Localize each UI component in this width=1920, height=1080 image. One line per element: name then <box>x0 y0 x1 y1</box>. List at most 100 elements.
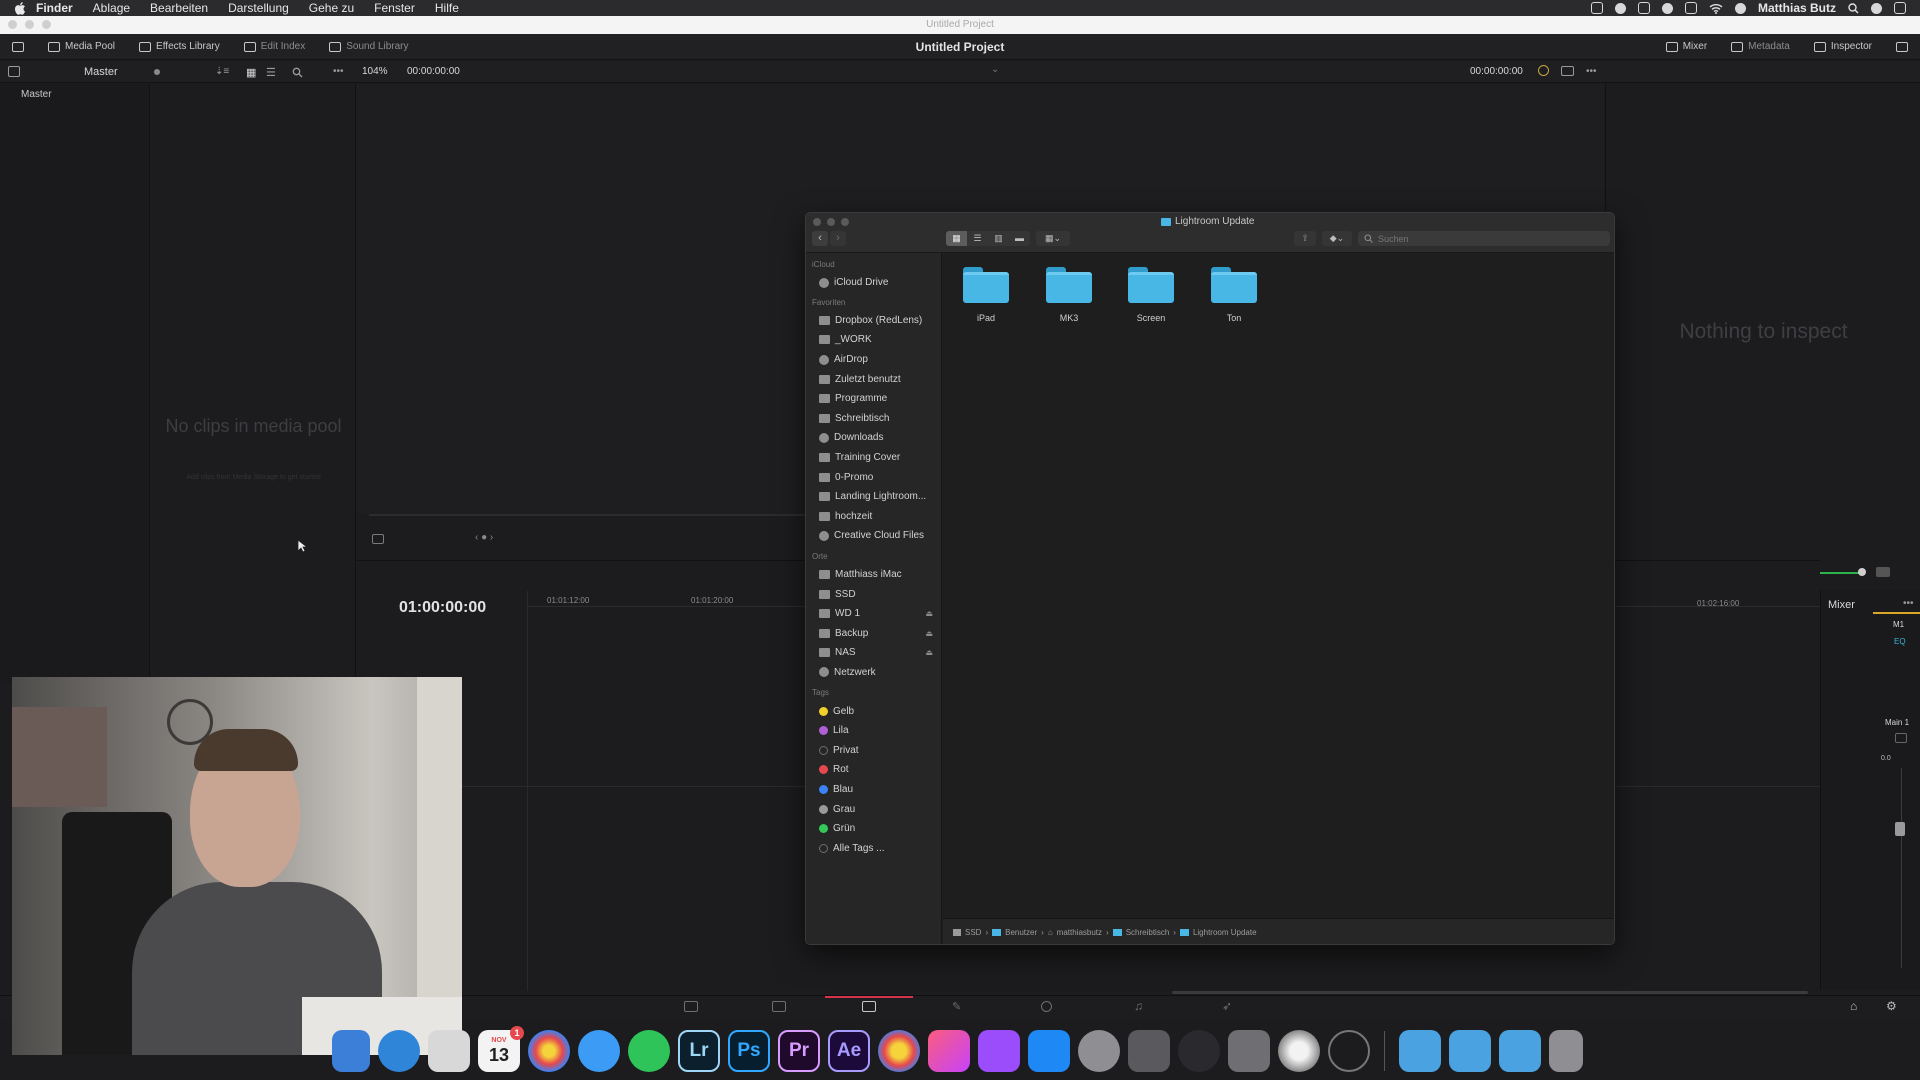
sort-icon[interactable]: ⇣≡ <box>215 66 229 77</box>
back-button[interactable]: ‹ <box>812 231 828 246</box>
master-bin[interactable]: Master <box>21 89 52 100</box>
fader-handle[interactable] <box>1895 822 1905 836</box>
sidebar-item-ssd[interactable]: SSD <box>806 584 941 604</box>
sidebar-tag-item[interactable]: Grau <box>806 799 941 819</box>
sidebar-tag-item[interactable]: Grün <box>806 819 941 839</box>
list-view-icon[interactable]: ☰ <box>266 66 276 79</box>
sidebar-item-training-cover[interactable]: Training Cover <box>806 448 941 468</box>
lightroom-dock-icon[interactable]: Lr <box>678 1029 720 1072</box>
finder-search[interactable] <box>1358 231 1610 246</box>
mixer-options-icon[interactable]: ••• <box>1903 598 1914 609</box>
eject-icon[interactable]: ⏏ <box>925 648 933 657</box>
sidebar-tag-item[interactable]: Alle Tags ... <box>806 838 941 858</box>
panel-toggle-button[interactable] <box>0 41 36 52</box>
sidebar-item-creative-cloud[interactable]: Creative Cloud Files <box>806 526 941 546</box>
mute-button[interactable] <box>1895 733 1907 743</box>
trash-dock-icon[interactable] <box>1549 1029 1583 1072</box>
home-icon[interactable]: ⌂ <box>1850 999 1857 1013</box>
more-options-icon[interactable]: ••• <box>333 66 344 77</box>
sidebar-item-nas[interactable]: NAS ⏏ <box>806 643 941 663</box>
finder-dock-icon[interactable] <box>332 1029 370 1072</box>
timeline-scrollbar[interactable] <box>1172 991 1808 994</box>
search-icon[interactable] <box>292 67 303 78</box>
fusion-page-icon[interactable]: ✎ <box>952 1000 961 1013</box>
davinci-resolve-dock-icon[interactable] <box>878 1029 920 1072</box>
info-icon[interactable] <box>1735 2 1746 14</box>
applications-folder-dock-icon[interactable] <box>1399 1029 1441 1072</box>
sidebar-item-downloads[interactable]: Downloads <box>806 428 941 448</box>
sidebar-item-backup[interactable]: Backup ⏏ <box>806 624 941 644</box>
dropbox-button[interactable]: ◆⌄ <box>1322 231 1352 246</box>
expand-button[interactable] <box>1884 41 1920 52</box>
messages-dock-icon[interactable] <box>578 1029 620 1072</box>
finder-zoom-button[interactable] <box>841 218 849 226</box>
safari-dock-icon[interactable] <box>378 1029 420 1072</box>
inspector-button[interactable]: Inspector <box>1802 41 1884 52</box>
sidebar-item-work[interactable]: _WORK <box>806 330 941 350</box>
sidebar-item-airdrop[interactable]: AirDrop <box>806 350 941 370</box>
search-input[interactable] <box>1378 233 1598 244</box>
sidebar-item-desktop[interactable]: Schreibtisch <box>806 409 941 429</box>
effects-library-button[interactable]: Effects Library <box>127 41 232 52</box>
sidebar-item-imac[interactable]: Matthiass iMac <box>806 565 941 585</box>
color-picker-dock-icon[interactable] <box>1278 1029 1320 1072</box>
siri-icon[interactable] <box>1871 2 1882 14</box>
metadata-button[interactable]: Metadata <box>1719 41 1802 52</box>
forward-button[interactable]: › <box>830 231 846 246</box>
path-segment[interactable]: Schreibtisch <box>1126 928 1170 937</box>
eject-icon[interactable]: ⏏ <box>925 629 933 638</box>
folder-item-ipad[interactable]: iPad <box>946 267 1026 323</box>
bin-name[interactable]: Master <box>84 66 118 78</box>
screen-record-icon[interactable] <box>1591 2 1603 14</box>
sidebar-tag-item[interactable]: Gelb <box>806 701 941 721</box>
sidebar-item-applications[interactable]: Programme <box>806 389 941 409</box>
viewer-options-icon[interactable]: ••• <box>1586 66 1597 77</box>
app-store-dock-icon[interactable] <box>1028 1029 1070 1072</box>
viewer-mode-icon[interactable] <box>1561 66 1574 76</box>
icon-view-button[interactable]: ▦ <box>946 231 967 246</box>
migration-assistant-dock-icon[interactable] <box>1178 1029 1220 1072</box>
deliver-page-icon[interactable]: ➶ <box>1222 999 1232 1013</box>
folder-item-ton[interactable]: Ton <box>1194 267 1274 323</box>
viewer-format-icon[interactable] <box>372 534 384 544</box>
menu-bearbeiten[interactable]: Bearbeiten <box>140 1 218 15</box>
finder-close-button[interactable] <box>813 218 821 226</box>
disk-utility-dock-icon[interactable] <box>1328 1029 1370 1072</box>
path-segment[interactable]: Benutzer <box>1005 928 1037 937</box>
folder-item-mk3[interactable]: MK3 <box>1029 267 1109 323</box>
menu-hilfe[interactable]: Hilfe <box>425 1 469 15</box>
dropbox-icon[interactable] <box>1638 2 1650 14</box>
sidebar-item-hochzeit[interactable]: hochzeit <box>806 507 941 527</box>
premiere-dock-icon[interactable]: Pr <box>778 1029 820 1072</box>
photoshop-dock-icon[interactable]: Ps <box>728 1029 770 1072</box>
menu-fenster[interactable]: Fenster <box>364 1 425 15</box>
volume-slider-handle[interactable] <box>1858 568 1866 576</box>
sidebar-item-network[interactable]: Netzwerk <box>806 663 941 683</box>
group-by-button[interactable]: ▦⌄ <box>1036 231 1070 246</box>
sidebar-tag-item[interactable]: Lila <box>806 721 941 741</box>
sidebar-tag-item[interactable]: Rot <box>806 760 941 780</box>
sidebar-tag-item[interactable]: Privat <box>806 740 941 760</box>
column-view-button[interactable]: ▥ <box>988 231 1009 246</box>
fairlight-page-icon[interactable]: ♫ <box>1134 999 1143 1013</box>
gallery-view-button[interactable]: ▬ <box>1009 231 1030 246</box>
sidebar-item-wd1[interactable]: WD 1 ⏏ <box>806 604 941 624</box>
calendar-dock-icon[interactable]: NOV 13 1 <box>478 1025 524 1072</box>
menu-darstellung[interactable]: Darstellung <box>218 1 299 15</box>
downloads-folder-dock-icon[interactable] <box>1499 1029 1541 1072</box>
system-preferences-dock-icon[interactable] <box>1078 1029 1120 1072</box>
sidebar-item-dropbox[interactable]: Dropbox (RedLens) <box>806 311 941 331</box>
viewer-dropdown-icon[interactable]: ⌄ <box>991 64 999 75</box>
notification-center-icon[interactable] <box>1894 2 1906 14</box>
sidebar-tag-item[interactable]: Blau <box>806 780 941 800</box>
finder-minimize-button[interactable] <box>827 218 835 226</box>
settings-icon[interactable]: ⚙ <box>1886 999 1897 1013</box>
cut-page-icon[interactable] <box>772 1001 786 1012</box>
menu-gehe-zu[interactable]: Gehe zu <box>299 1 364 15</box>
share-button[interactable]: ⇪ <box>1294 231 1316 246</box>
notes-dock-icon[interactable] <box>428 1029 470 1072</box>
creative-cloud-icon[interactable] <box>1615 2 1626 14</box>
eject-icon[interactable]: ⏏ <box>925 609 933 618</box>
path-segment[interactable]: matthiasbutz <box>1057 928 1102 937</box>
screenshot-dock-icon[interactable] <box>1228 1029 1270 1072</box>
